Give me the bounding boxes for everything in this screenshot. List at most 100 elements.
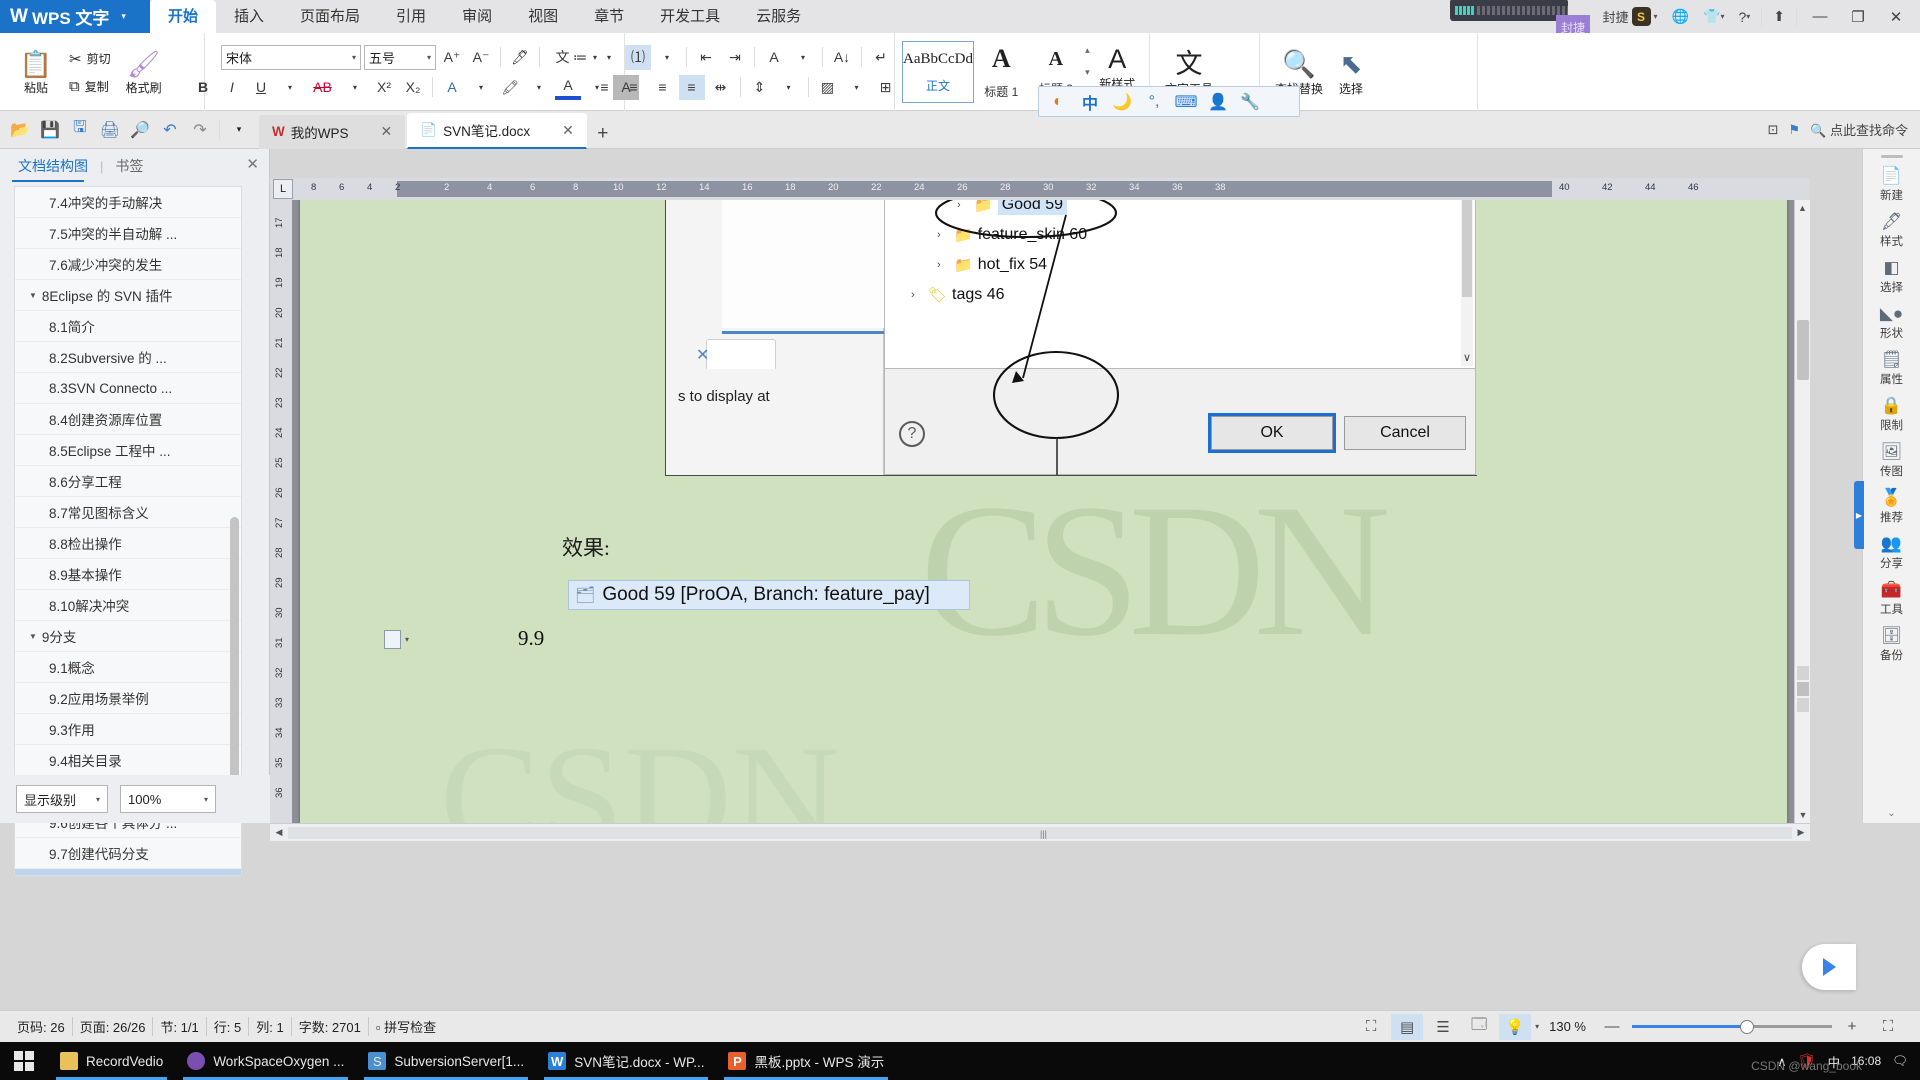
status-column[interactable]: 列: 1 <box>249 1017 292 1036</box>
zoom-in-button[interactable]: + <box>1836 1014 1868 1040</box>
tab-document-structure[interactable]: 文档结构图 <box>12 156 94 176</box>
select-browse-object-button[interactable] <box>1797 682 1809 696</box>
align-justify-icon[interactable]: ≡ <box>678 74 705 100</box>
style-heading-1[interactable]: A 标题 1 <box>974 41 1029 103</box>
save-icon[interactable]: 💾 <box>36 116 64 144</box>
chevron-down-icon[interactable]: ▾ <box>654 45 680 70</box>
style-normal[interactable]: AaBbCcDd 正文 <box>902 41 974 103</box>
outline-item[interactable]: 8.1简介 <box>15 311 241 342</box>
underline-button[interactable]: U <box>248 75 274 100</box>
shading-icon[interactable]: ▨ <box>815 75 841 100</box>
numbered-list-icon[interactable]: ⑴ <box>625 44 651 70</box>
share-upload-icon[interactable]: ⬆ <box>1767 3 1791 31</box>
outline-item[interactable]: 8.8检出操作 <box>15 528 241 559</box>
zoom-out-button[interactable]: — <box>1596 1014 1628 1040</box>
zoom-slider[interactable] <box>1632 1019 1832 1034</box>
maximize-button[interactable]: ❐ <box>1840 3 1876 31</box>
rail-item-select[interactable]: ◧ 选择 <box>1866 258 1918 295</box>
decrease-indent-icon[interactable]: ⇤ <box>693 45 719 70</box>
italic-button[interactable]: I <box>219 75 245 100</box>
taskbar-item-blackboard-pptx[interactable]: P 黑板.pptx - WPS 演示 <box>716 1042 896 1080</box>
chevron-down-icon[interactable]: ▾ <box>405 635 409 644</box>
outline-item-chapter-8[interactable]: ▼ 8Eclipse 的 SVN 插件 <box>15 280 241 311</box>
print-preview-icon[interactable]: 🔎 <box>126 116 154 144</box>
outline-scrollbar-thumb[interactable] <box>230 517 239 817</box>
customize-qat-icon[interactable]: ▾ <box>225 116 253 144</box>
reading-mode-icon[interactable]: 💡 <box>1499 1013 1532 1040</box>
outline-zoom-combo[interactable]: 100% ▾ <box>120 785 216 813</box>
status-pages[interactable]: 页面: 26/26 <box>73 1017 154 1036</box>
tab-bookmarks[interactable]: 书签 <box>109 156 149 176</box>
minimize-button[interactable]: — <box>1802 3 1838 31</box>
chevron-down-icon[interactable]: ▾ <box>844 75 870 100</box>
chevron-down-icon[interactable]: ▾ <box>1535 1022 1539 1031</box>
rail-expand-handle[interactable]: ▶ <box>1854 481 1864 549</box>
taskbar-item-subversionserver[interactable]: S SubversionServer[1... <box>356 1042 536 1080</box>
chevron-down-icon[interactable]: ▾ <box>468 75 494 100</box>
previous-page-button[interactable] <box>1797 666 1809 680</box>
window-split-icon[interactable]: ⊡ <box>1768 122 1779 138</box>
rail-item-styles[interactable]: 🖋 样式 <box>1866 212 1918 249</box>
ribbon-tab-page-layout[interactable]: 页面布局 <box>282 0 378 33</box>
scroll-down-icon[interactable]: ▾ <box>1085 67 1090 78</box>
format-painter-button[interactable]: 🖌 格式刷 <box>115 37 173 107</box>
clear-format-icon[interactable]: 🖊 <box>507 45 533 70</box>
scroll-up-icon[interactable]: ▲ <box>1795 200 1810 216</box>
strikethrough-button[interactable]: AB <box>306 75 339 100</box>
horizontal-scrollbar[interactable]: ◀ ||| ▶ <box>270 823 1810 841</box>
chevron-down-icon[interactable]: ▾ <box>277 75 303 100</box>
bullet-list-icon[interactable]: ≔ <box>567 45 593 70</box>
globe-icon[interactable]: 🌐 <box>1666 3 1695 31</box>
close-icon[interactable]: ✕ <box>246 155 259 173</box>
expander-icon[interactable]: ▼ <box>29 291 37 300</box>
effect-result-item[interactable]: 🗂 Good 59 [ProOA, Branch: feature_pay] <box>568 580 970 610</box>
share-flag-icon[interactable]: ⚑ <box>1789 122 1801 138</box>
chevron-down-icon[interactable]: ▾ <box>526 75 552 100</box>
increase-indent-icon[interactable]: ⇥ <box>722 45 748 70</box>
expander-icon[interactable]: ▼ <box>29 632 37 641</box>
points-badge-icon[interactable]: S <box>1631 7 1651 26</box>
font-color-button[interactable]: A <box>555 75 581 100</box>
vertical-scrollbar-thumb[interactable] <box>1797 320 1809 380</box>
close-button[interactable]: ✕ <box>1878 3 1914 31</box>
subscript-button[interactable]: X₂ <box>400 75 426 100</box>
show-level-combo[interactable]: 显示级别 ▾ <box>16 785 108 813</box>
floating-play-button[interactable] <box>1802 944 1856 990</box>
chevron-down-icon[interactable]: ▾ <box>342 75 368 100</box>
ribbon-tab-insert[interactable]: 插入 <box>216 0 282 33</box>
outline-item[interactable]: 8.10解决冲突 <box>15 590 241 621</box>
paste-button[interactable]: 📋 粘贴 <box>7 37 65 107</box>
undo-icon[interactable]: ↶ <box>156 116 184 144</box>
chevron-down-icon[interactable]: ▾ <box>596 45 622 70</box>
sort-icon[interactable]: A↓ <box>829 45 855 70</box>
ruler-track[interactable]: 8 6 4 2 2 4 6 8 10 12 14 16 18 20 22 24 … <box>297 181 1806 197</box>
grow-font-button[interactable]: A⁺ <box>439 45 465 70</box>
outline-item-list[interactable]: 7.4冲突的手动解决 7.5冲突的半自动解 ... 7.6减少冲突的发生 ▼ 8E… <box>14 186 242 876</box>
outline-item[interactable]: 7.4冲突的手动解决 <box>15 187 241 218</box>
moon-icon[interactable]: 🌙 <box>1107 89 1137 114</box>
doc-tab-my-wps[interactable]: W 我的WPS ✕ <box>259 114 406 149</box>
punctuation-icon[interactable]: °, <box>1139 89 1169 114</box>
rail-item-restrict[interactable]: 🔒 限制 <box>1866 396 1918 433</box>
rail-item-properties[interactable]: 🗒 属性 <box>1866 350 1918 387</box>
taskbar-item-svn-notes-docx[interactable]: W SVN笔记.docx - WP... <box>536 1042 716 1080</box>
ribbon-tab-references[interactable]: 引用 <box>378 0 444 33</box>
outline-item[interactable]: 9.4相关目录 <box>15 745 241 776</box>
status-section[interactable]: 节: 1/1 <box>153 1017 207 1036</box>
notification-icon[interactable]: 🗨 <box>1892 1054 1908 1069</box>
outline-item[interactable]: 7.6减少冲突的发生 <box>15 249 241 280</box>
scroll-up-icon[interactable]: ▴ <box>1085 45 1090 56</box>
vertical-ruler[interactable]: 17 18 19 20 21 22 23 24 25 26 27 28 29 3… <box>270 200 292 823</box>
align-center-icon[interactable]: ≡ <box>621 75 647 100</box>
next-page-button[interactable] <box>1797 698 1809 712</box>
outline-item[interactable]: 8.5Eclipse 工程中 ... <box>15 435 241 466</box>
bold-button[interactable]: B <box>190 75 216 100</box>
wps-app-logo[interactable]: W WPS 文字 ▾ <box>0 0 150 33</box>
wrench-icon[interactable]: 🔧 <box>1235 89 1265 114</box>
rail-collapse-button[interactable]: ⌄ <box>1887 808 1895 823</box>
cut-button[interactable]: ✂ 剪切 <box>65 47 115 71</box>
outline-item-chapter-9[interactable]: ▼ 9分支 <box>15 621 241 652</box>
help-icon[interactable]: ? ▾ <box>1732 3 1756 31</box>
scroll-right-icon[interactable]: ▶ <box>1792 827 1810 838</box>
chevron-down-icon[interactable]: ▾ <box>1654 12 1658 21</box>
